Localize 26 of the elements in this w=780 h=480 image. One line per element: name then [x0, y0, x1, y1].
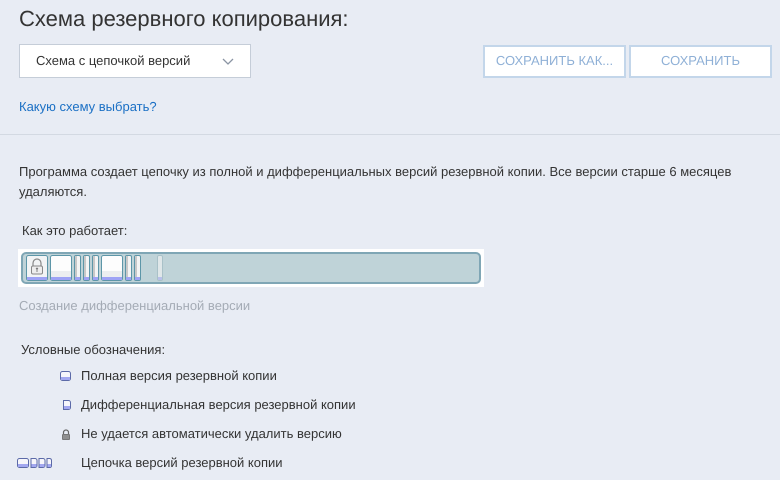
- differential-version-block: [92, 255, 99, 281]
- timeline-caption: Создание дифференциальной версии: [19, 297, 252, 315]
- help-link[interactable]: Какую схему выбрать?: [19, 97, 157, 116]
- lock-icon: [61, 428, 71, 440]
- differential-version-block: [125, 255, 132, 281]
- full-version-icon: [60, 371, 71, 381]
- differential-version-block: [83, 255, 90, 281]
- pending-version-block: [157, 255, 163, 281]
- description-text: Программа создает цепочку из полной и дифференциальных версий резервной копии. Все версии старше 6 месяцев удаляются.: [19, 162, 732, 201]
- how-it-works-label: Как это работает:: [22, 222, 128, 240]
- legend-label: Полная версия резервной копии: [81, 367, 277, 386]
- dropdown-value: Схема с цепочкой версий: [36, 52, 190, 70]
- differential-version-block: [74, 255, 81, 281]
- chevron-down-icon: [222, 58, 234, 64]
- locked-version-icon: [26, 255, 48, 281]
- legend-label: Не удается автоматически удалить версию: [81, 425, 342, 444]
- scheme-dropdown[interactable]: Схема с цепочкой версий: [19, 44, 251, 78]
- differential-version-icon: [63, 400, 71, 410]
- page-title: Схема резервного копирования:: [19, 5, 350, 33]
- full-version-block: [50, 255, 72, 281]
- version-chain-icon: [17, 458, 52, 468]
- legend-label: Дифференциальная версия резервной копии: [81, 396, 356, 414]
- legend-title: Условные обозначения:: [21, 340, 166, 358]
- full-version-block: [101, 255, 123, 281]
- differential-version-block: [134, 255, 141, 281]
- legend-label: Цепочка версий резервной копии: [81, 454, 283, 472]
